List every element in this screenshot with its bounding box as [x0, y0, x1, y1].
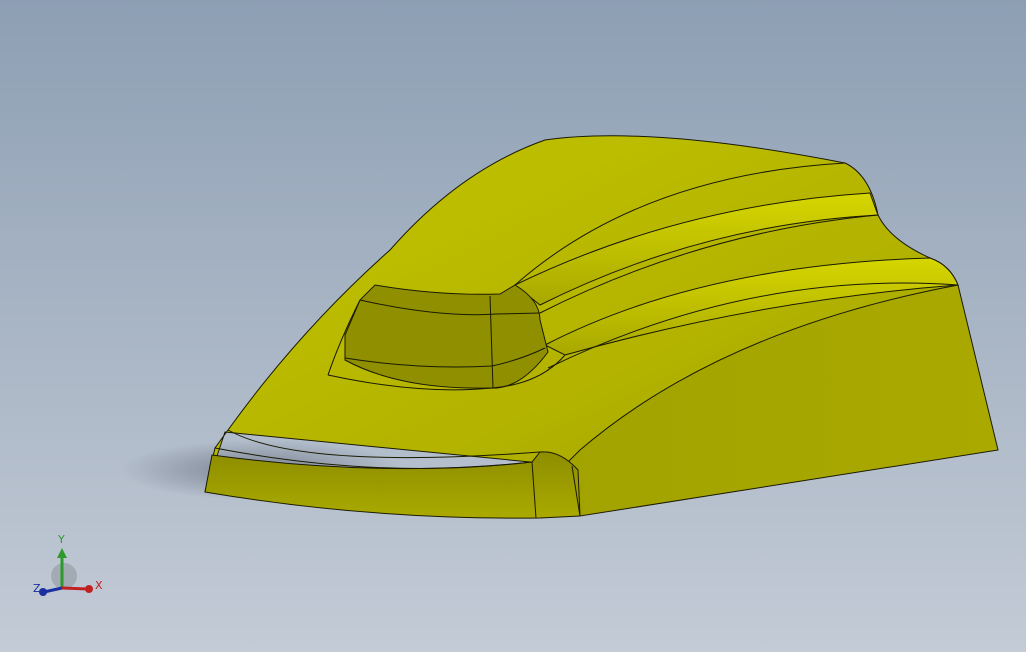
x-axis-label: X — [95, 579, 103, 592]
view-orientation-triad: Y X Z — [28, 530, 108, 600]
x-axis-arrow — [61, 586, 89, 591]
y-axis-arrowhead — [57, 548, 67, 558]
triad-sphere — [51, 563, 77, 589]
y-axis-label: Y — [58, 533, 65, 546]
x-axis-end — [85, 585, 93, 593]
z-axis-label: Z — [33, 582, 41, 595]
boss-wall — [344, 284, 549, 389]
graphics-viewport[interactable]: Y X Z — [0, 0, 1026, 652]
3d-part-model[interactable] — [0, 0, 1026, 652]
